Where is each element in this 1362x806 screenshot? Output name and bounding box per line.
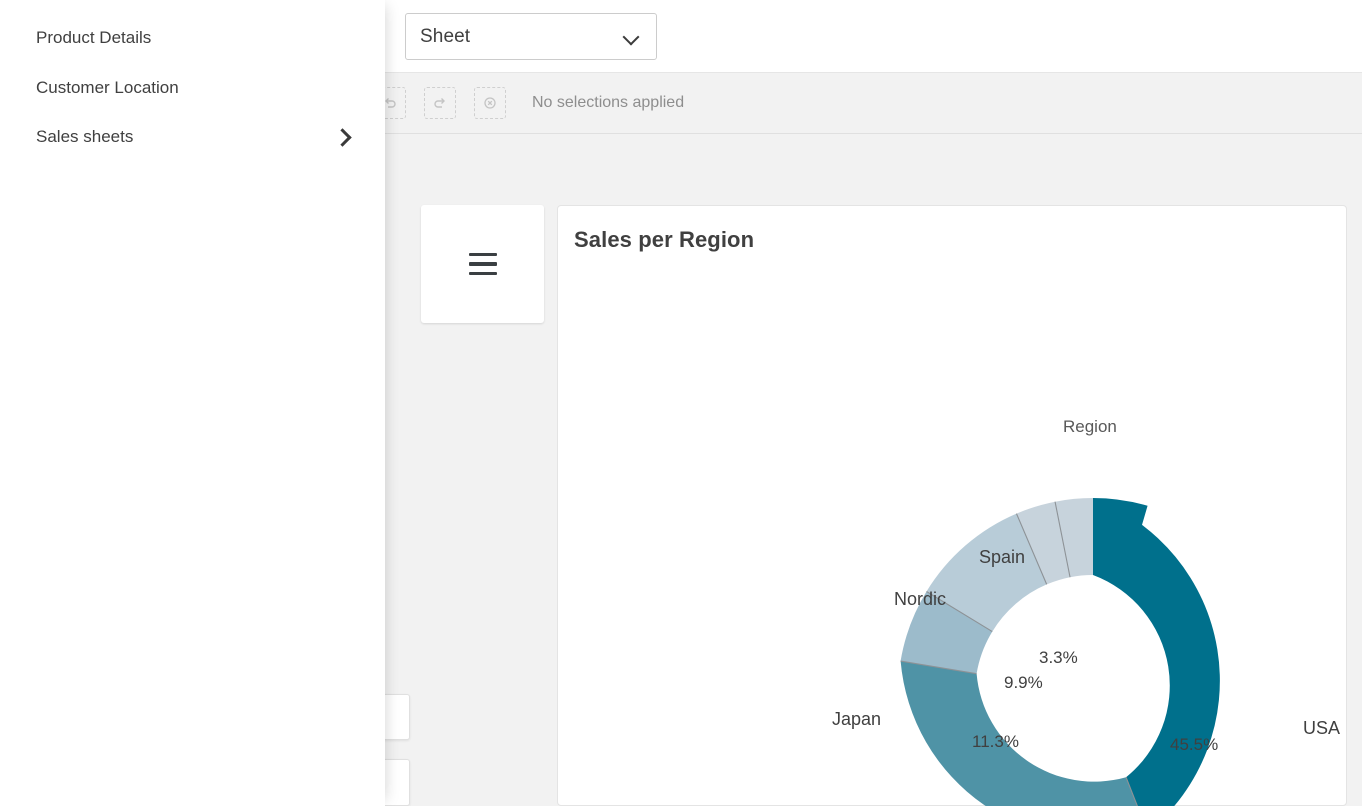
menu-item-sales-sheets[interactable]: Sales sheets [36,127,349,147]
slice-usa-arc [1093,498,1220,806]
toolbar-card[interactable] [421,205,544,323]
hamburger-icon[interactable] [469,253,497,275]
sheet-selector-value: Sheet [420,26,624,48]
redo-icon[interactable] [424,87,456,119]
clear-circle-icon[interactable] [474,87,506,119]
dimension-title: Region [1063,417,1117,437]
sheet-selector[interactable]: Sheet [405,13,657,60]
pct-label-nordic: 9.9% [1004,673,1043,693]
menu-item-product-details[interactable]: Product Details [36,28,349,48]
pct-label-usa: 45.5% [1170,735,1218,755]
chevron-down-icon [624,29,640,45]
menu-item-label: Sales sheets [36,127,335,147]
slice-label-japan: Japan [832,709,881,730]
chevron-right-icon[interactable] [335,130,349,144]
selection-status-text: No selections applied [532,94,684,112]
menu-item-customer-location[interactable]: Customer Location [36,78,349,98]
application-window: Sheet No selections applied [0,0,1362,806]
slice-label-nordic: Nordic [894,589,946,610]
slice-label-usa: USA [1303,718,1340,739]
menu-item-label: Product Details [36,28,349,48]
menu-item-label: Customer Location [36,78,349,98]
pct-label-japan: 11.3% [972,732,1019,752]
sales-per-region-card[interactable]: Sales per Region [557,205,1347,806]
pct-label-spain: 3.3% [1039,648,1078,668]
slice-label-spain: Spain [979,547,1025,568]
donut-svg[interactable] [558,206,1348,806]
donut-chart[interactable]: Region USA UK Japan Nordic Spain 45.5% 2… [558,206,1348,806]
navigation-overlay-panel: Product Details Customer Location Sales … [0,0,385,806]
